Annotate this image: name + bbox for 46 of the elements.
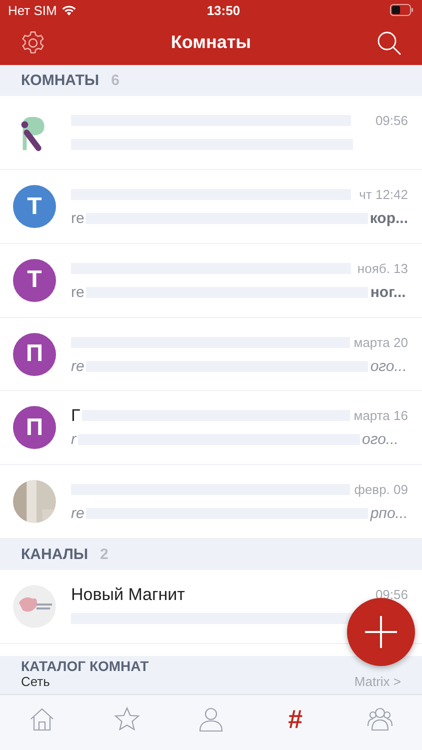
search-icon[interactable] [376, 30, 402, 56]
room-time: февр. 09 [354, 482, 408, 497]
screen-title: Комнаты [170, 32, 252, 53]
preview-text: re [71, 358, 84, 375]
battery-icon [390, 4, 414, 16]
room-time: 09:56 [375, 113, 408, 128]
room-row[interactable]: февр. 09 re рпо... [0, 465, 422, 539]
preview-text: re [71, 284, 84, 301]
section-title: КОМНАТЫ [21, 72, 100, 90]
preview-text: re [71, 210, 84, 228]
room-time: нояб. 13 [357, 260, 408, 276]
room-row[interactable]: Т нояб. 13 re ног... [0, 244, 422, 318]
room-row[interactable]: Т чт 12:42 re кор... [0, 170, 422, 244]
preview-text: ого... [370, 358, 407, 375]
wifi-icon [60, 4, 77, 16]
plus-icon [364, 615, 398, 649]
people-icon [366, 706, 393, 732]
status-time: 13:50 [206, 2, 242, 18]
carrier-label: Нет SIM [8, 2, 57, 18]
add-button[interactable] [347, 598, 415, 666]
tab-item[interactable]: # [265, 704, 326, 735]
room-avatar: П [13, 332, 56, 376]
preview-text: r [71, 431, 76, 448]
home-icon [29, 706, 56, 732]
network-label: Сеть [21, 674, 50, 689]
room-row[interactable]: П Г марта 16 r ого... [0, 391, 422, 466]
room-avatar: П [13, 406, 56, 450]
room-time: марта 20 [354, 334, 408, 350]
room-time: марта 16 [354, 408, 408, 424]
preview-text: re [71, 504, 84, 522]
preview-text: кор... [370, 210, 408, 228]
room-name: Г [71, 406, 80, 426]
room-avatar: Т [13, 258, 56, 302]
preview-text: ого... [362, 431, 398, 448]
room-row[interactable]: П марта 20 re ого... [0, 318, 422, 392]
settings-icon[interactable] [20, 30, 46, 56]
room-avatar: Т [13, 185, 56, 228]
room-name: Новый Магнит [71, 584, 185, 605]
section-title: КАНАЛЫ [21, 546, 88, 564]
star-icon [114, 706, 140, 732]
preview-text: ног... [370, 284, 406, 301]
preview-text: рпо... [370, 504, 408, 522]
person-icon [198, 706, 224, 732]
room-time: 09:56 [375, 587, 408, 602]
room-time: чт 12:42 [359, 187, 408, 202]
section-title: КАТАЛОГ КОМНАТ [21, 658, 150, 674]
